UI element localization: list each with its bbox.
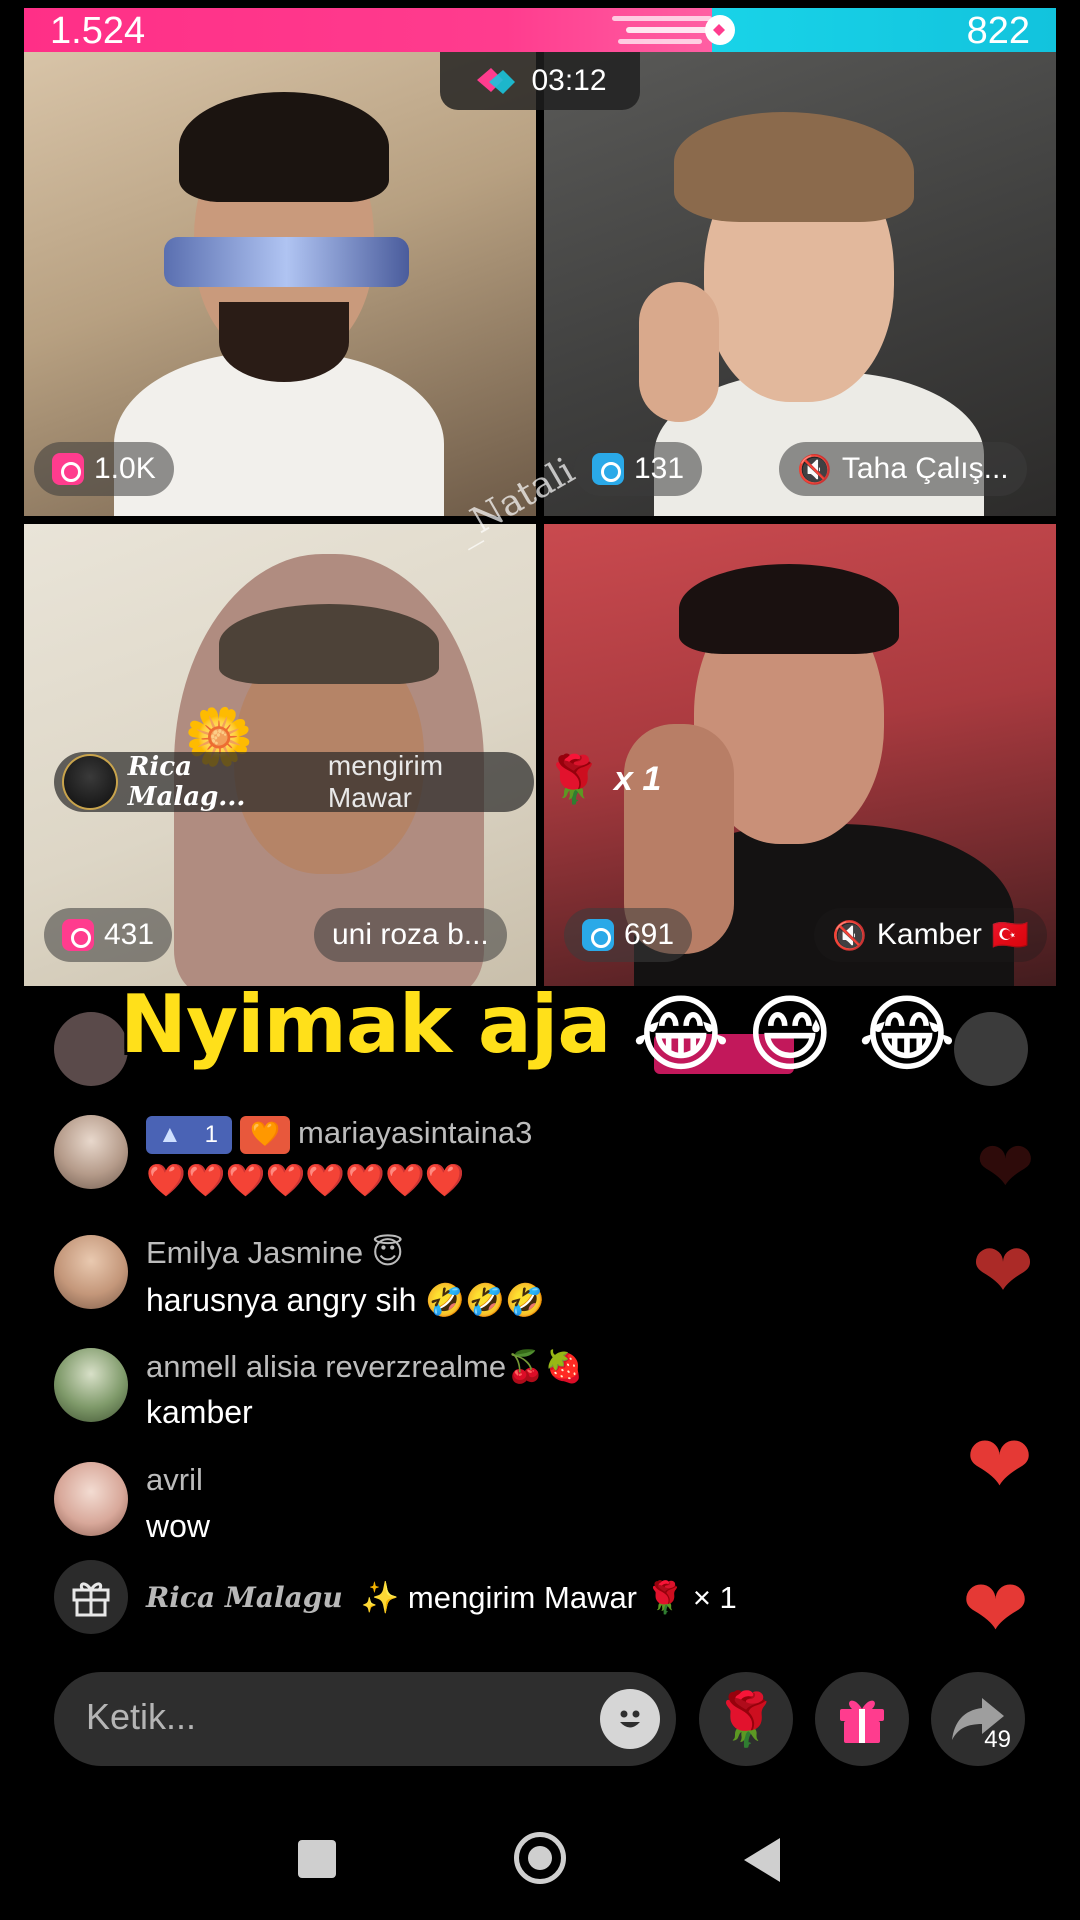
battle-icon	[477, 68, 516, 94]
laughing-tears-emoji: 😂	[858, 987, 957, 1081]
battle-score-bar: 1.524 822	[24, 8, 1056, 52]
turkey-flag-icon: 🇹🇷	[991, 918, 1030, 952]
chat-message-text: harusnya angry sih 🤣🤣🤣	[146, 1282, 545, 1318]
avatar[interactable]	[54, 1235, 128, 1309]
pink-heart-gift-icon	[52, 453, 84, 485]
gift-count: x 1	[614, 760, 662, 798]
fan-club-badge-icon: 🧡	[240, 1115, 290, 1154]
host-4-score-pill[interactable]: 691	[564, 908, 693, 962]
chat-message-text: ❤️❤️❤️❤️❤️❤️❤️❤️	[146, 1162, 465, 1198]
battle-score-left: 1.524	[50, 10, 146, 52]
sweat-smile-emoji: 😅	[746, 987, 834, 1081]
rose-gift-button[interactable]: 🌹	[699, 1672, 793, 1766]
muted-speaker-icon: 🔇	[797, 453, 832, 485]
pink-heart-gift-icon	[62, 919, 94, 951]
level-badge: 1	[146, 1115, 232, 1154]
avatar	[54, 1012, 128, 1086]
floating-heart-icon: ❤	[976, 1128, 1035, 1206]
host-1-score: 1.0K	[94, 452, 156, 485]
battle-streak-icon	[612, 15, 735, 45]
host-3-name: uni roza b...	[332, 918, 489, 951]
battle-left-fill: 1.524	[24, 8, 712, 52]
avatar	[954, 1012, 1028, 1086]
host-4-score: 691	[624, 918, 675, 951]
rose-gift-icon: 🌹	[545, 753, 603, 805]
avatar[interactable]	[54, 1462, 128, 1536]
host-1-score-pill[interactable]: 1.0K	[34, 442, 174, 496]
system-navigation-bar	[0, 1820, 1080, 1900]
chat-message-text: kamber	[146, 1394, 253, 1430]
host-2-score: 131	[634, 452, 685, 485]
share-button[interactable]: 49	[931, 1672, 1025, 1766]
avatar[interactable]	[54, 1348, 128, 1422]
multi-guest-video-grid: 1.0K 131 🔇 Taha Çalış... 🌼 431 uni roza …	[24, 52, 1056, 986]
host-2-name-pill[interactable]: 🔇 Taha Çalış...	[779, 442, 1027, 496]
host-3-score: 431	[104, 918, 155, 951]
chat-username: anmell alisia reverzrealme🍒🍓	[146, 1349, 584, 1384]
gift-sender-name: Rica Malag...	[127, 752, 246, 812]
video-tile-host-1[interactable]: 1.0K	[24, 52, 536, 516]
chat-username: avril	[146, 1462, 203, 1497]
host-3-name-pill[interactable]: uni roza b...	[314, 908, 507, 962]
recent-apps-button[interactable]	[298, 1840, 336, 1878]
host-2-name: Taha Çalış...	[841, 452, 1009, 485]
emoji-button[interactable]	[600, 1689, 660, 1749]
timer-text: 03:12	[531, 64, 607, 97]
video-caption-text: Nyimak aja	[120, 978, 611, 1071]
video-tile-host-4[interactable]: 691 🔇 Kamber 🇹🇷	[544, 524, 1056, 986]
chat-username: Emilya Jasmine 😇	[146, 1235, 404, 1270]
gift-action-text: mengirim Mawar	[327, 750, 444, 813]
video-tile-host-2[interactable]: 131 🔇 Taha Çalış...	[544, 52, 1056, 516]
host-4-name-pill[interactable]: 🔇 Kamber 🇹🇷	[814, 908, 1048, 962]
home-button[interactable]	[514, 1832, 566, 1884]
comment-input-placeholder: Ketik...	[86, 1696, 197, 1737]
host-4-name: Kamber	[876, 918, 982, 951]
laughing-tears-emoji: 😂	[632, 987, 731, 1081]
gift-icon	[840, 1700, 884, 1743]
battle-score-right: 822	[966, 10, 1030, 52]
muted-speaker-icon: 🔇	[832, 919, 867, 951]
host-3-score-pill[interactable]: 431	[44, 908, 173, 962]
gift-sender-avatar[interactable]	[62, 754, 118, 810]
chat-username: 1🧡mariayasintaina3	[146, 1115, 532, 1154]
avatar[interactable]	[54, 1115, 128, 1189]
floating-heart-icon: ❤	[962, 1564, 1030, 1653]
floating-heart-icon: ❤	[972, 1229, 1035, 1312]
comment-input-field[interactable]: Ketik...	[54, 1672, 676, 1766]
battle-timer: 03:12	[440, 52, 640, 110]
gift-notification-banner: Rica Malag... mengirim Mawar	[54, 750, 534, 813]
gift-event-row: Rica Malagu ✨ mengirim Mawar 🌹 × 1	[54, 1560, 737, 1634]
gift-box-icon	[54, 1560, 128, 1634]
blue-heart-gift-icon	[582, 919, 614, 951]
smiley-icon	[620, 1710, 640, 1728]
chat-message-text: wow	[146, 1508, 211, 1544]
rose-icon: 🌹	[713, 1690, 779, 1749]
blue-heart-gift-icon	[592, 453, 624, 485]
floating-heart-icon: ❤	[966, 1420, 1034, 1509]
share-count: 49	[984, 1726, 1011, 1753]
host-2-score-pill[interactable]: 131	[574, 442, 703, 496]
gift-event-text: ✨ mengirim Mawar 🌹 × 1	[360, 1579, 737, 1615]
gift-event-sender: Rica Malagu	[146, 1580, 343, 1614]
back-button[interactable]	[744, 1838, 780, 1882]
gift-button[interactable]	[815, 1672, 909, 1766]
